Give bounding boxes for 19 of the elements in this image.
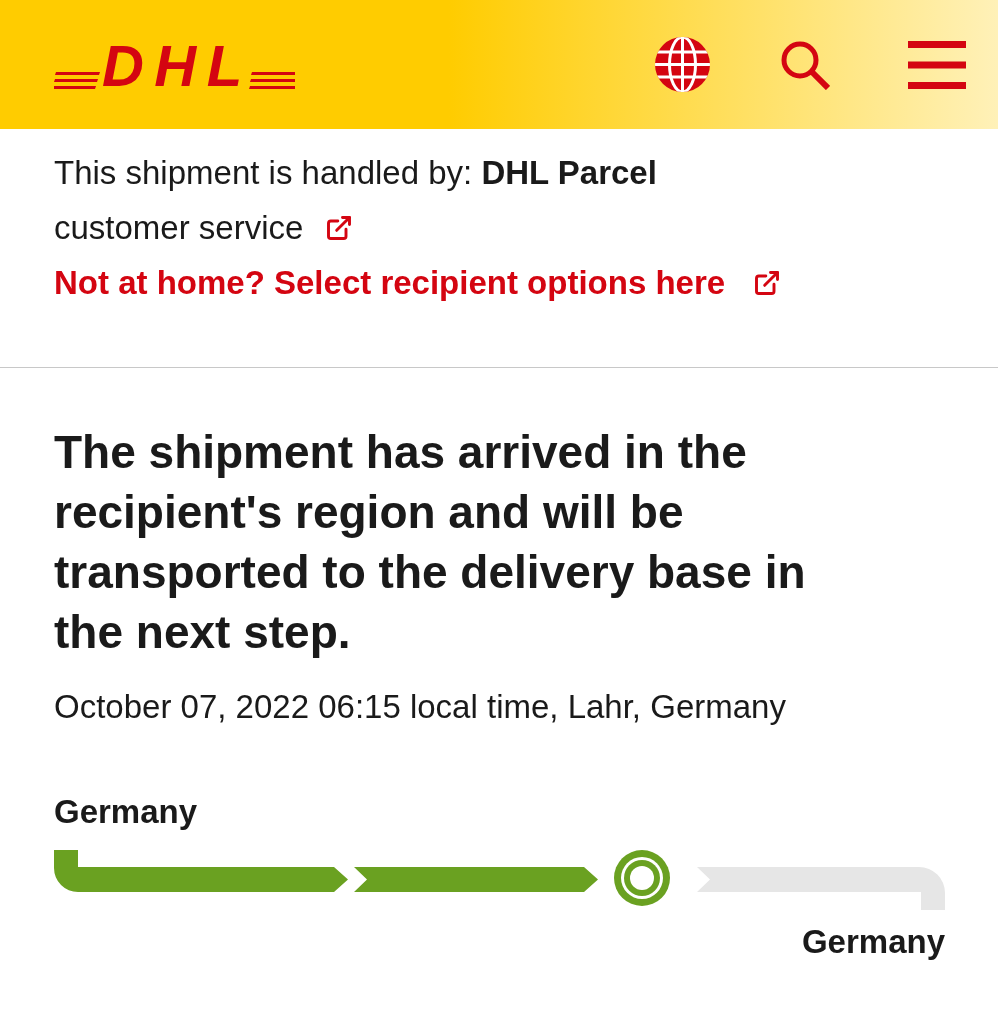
dhl-logo[interactable]: DHL: [54, 42, 295, 89]
handler-text: This shipment is handled by: DHL Parcel: [54, 153, 657, 193]
external-link-icon: [325, 213, 354, 242]
search-button[interactable]: [780, 39, 830, 90]
menu-button[interactable]: [908, 40, 966, 89]
menu-icon: [908, 40, 966, 89]
status-headline: The shipment has arrived in the recipient's region and will be transported to the delivery base in the next step.: [54, 425, 807, 660]
current-stage-ring-icon: [614, 850, 670, 906]
globe-icon: [655, 37, 710, 92]
speed-stripes-icon: [248, 71, 295, 89]
speed-stripes-icon: [54, 71, 100, 89]
route-destination: Germany: [801, 922, 945, 962]
search-icon: [780, 39, 830, 90]
customer-service-link[interactable]: customer service: [54, 200, 354, 255]
route-origin: Germany: [54, 792, 198, 832]
external-link-icon: [753, 268, 782, 297]
recipient-options-link[interactable]: Not at home? Select recipient options here: [54, 255, 782, 310]
language-button[interactable]: [655, 37, 710, 92]
status-timestamp: October 07, 2022 06:15 local time, Lahr, Germany: [54, 687, 786, 727]
